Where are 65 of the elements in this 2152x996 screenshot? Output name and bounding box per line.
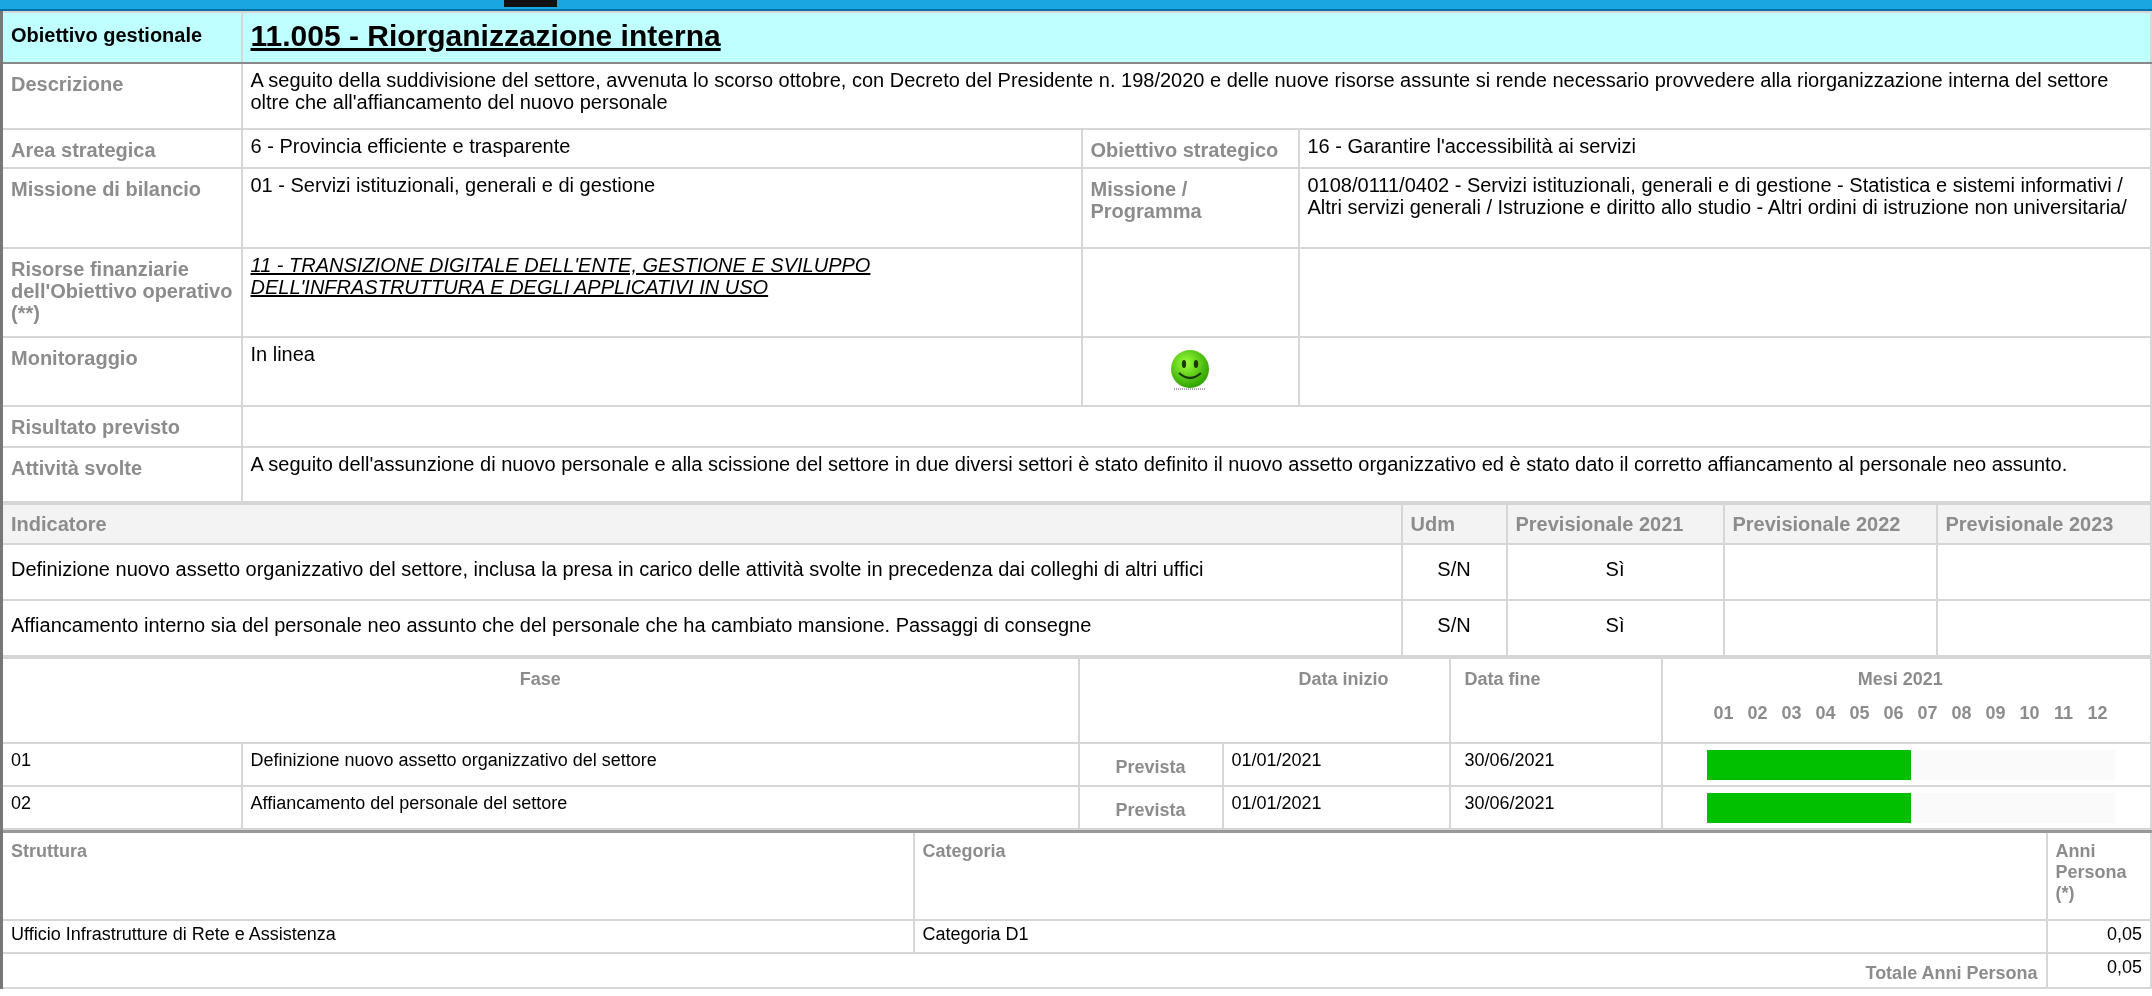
month-label: 03	[1780, 702, 1803, 724]
month-label: 01	[1712, 702, 1735, 724]
field-label: Monitoraggio	[11, 347, 138, 369]
month-label: 10	[2018, 702, 2041, 724]
total-value: 0,05	[2106, 956, 2142, 977]
table-cell: Sì	[1605, 558, 1625, 580]
field-label: Area strategica	[11, 139, 156, 161]
field-value: A seguito della suddivisione del settore, avvenuta lo scorso ottobre, con Decreto del Presidente n. 198/2020 e delle nuove risorse assunte si rende necessario provvedere alla riorganizzazione interna del settore oltre che all'affiancamento del nuovo personale	[250, 69, 2109, 113]
column-header: Data inizio	[1298, 669, 1389, 689]
table-cell: S/N	[1437, 614, 1471, 636]
table-cell: 01	[11, 750, 32, 770]
table-cell: 30/06/2021	[1464, 750, 1555, 770]
table-cell: Categoria D1	[922, 923, 1029, 944]
column-header: Categoria	[922, 841, 1006, 861]
field-value: 16 - Garantire l'accessibilità ai servizi	[1307, 135, 1636, 157]
column-header: Previsionale 2022	[1732, 513, 1901, 535]
column-header: Mesi 2021	[1856, 668, 1944, 690]
month-label: 12	[2086, 702, 2109, 724]
field-label: Missione di bilancio	[11, 178, 202, 200]
table-cell: 01/01/2021	[1231, 750, 1322, 770]
column-header: Previsionale 2023	[1945, 513, 2114, 535]
column-header: Indicatore	[11, 513, 107, 535]
table-cell: 0,05	[2106, 923, 2142, 944]
smiley-icon	[1170, 349, 1210, 391]
field-label: Risultato previsto	[11, 416, 180, 438]
column-header: Udm	[1410, 513, 1455, 535]
table-cell: Affiancamento interno sia del personale neo assunto che del personale che ha cambiato mansione. Passaggi di consegne	[11, 614, 1092, 636]
row-label: Prevista	[1115, 757, 1186, 777]
column-header: Data fine	[1464, 669, 1541, 689]
table-cell: Sì	[1605, 614, 1625, 636]
column-header: Anni Persona (*)	[2055, 841, 2127, 903]
month-label: 07	[1916, 702, 1939, 724]
field-value: In linea	[250, 343, 315, 365]
row-label: Prevista	[1115, 800, 1186, 820]
field-value: 6 - Provincia efficiente e trasparente	[250, 135, 571, 157]
field-label: Attività svolte	[11, 457, 143, 479]
table-cell: 02	[11, 793, 32, 813]
month-label: 04	[1814, 702, 1837, 724]
field-value: 01 - Servizi istituzionali, generali e di gestione	[250, 174, 656, 196]
total-label: Totale Anni Persona	[1865, 962, 2038, 983]
table-cell: Ufficio Infrastrutture di Rete e Assistenza	[11, 923, 336, 944]
field-label: Descrizione	[11, 73, 124, 95]
field-label: Missione / Programma	[1090, 178, 1202, 222]
objective-label: Obiettivo gestionale	[11, 24, 203, 46]
table-cell: Definizione nuovo assetto organizzativo del settore, inclusa la presa in carico delle attività svolte in precedenza dai colleghi di altri uffici	[11, 558, 1204, 580]
month-label: 06	[1882, 702, 1905, 724]
table-cell: Definizione nuovo assetto organizzativo del settore	[250, 750, 657, 770]
field-label: Obiettivo strategico	[1090, 139, 1279, 161]
field-value: A seguito dell'assunzione di nuovo personale e alla scissione del settore in due diversi settori è stato definito il nuovo assetto organizzativo ed è stato dato il corretto affiancamento al personale neo assunto.	[250, 453, 2068, 475]
month-label: 11	[2053, 702, 2075, 724]
month-label: 08	[1950, 702, 1973, 724]
table-cell: Affiancamento del personale del settore	[250, 793, 568, 813]
column-header: Fase	[519, 669, 561, 689]
objective-title[interactable]: 11.005 - Riorganizzazione interna	[250, 19, 721, 52]
month-label: 02	[1746, 702, 1769, 724]
column-header: Struttura	[11, 841, 87, 861]
table-cell: S/N	[1437, 558, 1471, 580]
field-value: 0108/0111/0402 - Servizi istituzionali, generali e di gestione - Statistica e sistemi informativi / Altri servizi generali / Istruzione e diritto allo studio - Altri ordini di istruzione non universitaria/	[1307, 174, 2127, 218]
table-cell: 01/01/2021	[1231, 793, 1322, 813]
column-header: Previsionale 2021	[1515, 513, 1684, 535]
field-label: Risorse finanziarie dell'Obiettivo operativo (**)	[11, 258, 233, 324]
month-label: 09	[1984, 702, 2007, 724]
month-label: 05	[1848, 702, 1871, 724]
table-cell: 30/06/2021	[1464, 793, 1555, 813]
tab-edge	[504, 0, 557, 7]
